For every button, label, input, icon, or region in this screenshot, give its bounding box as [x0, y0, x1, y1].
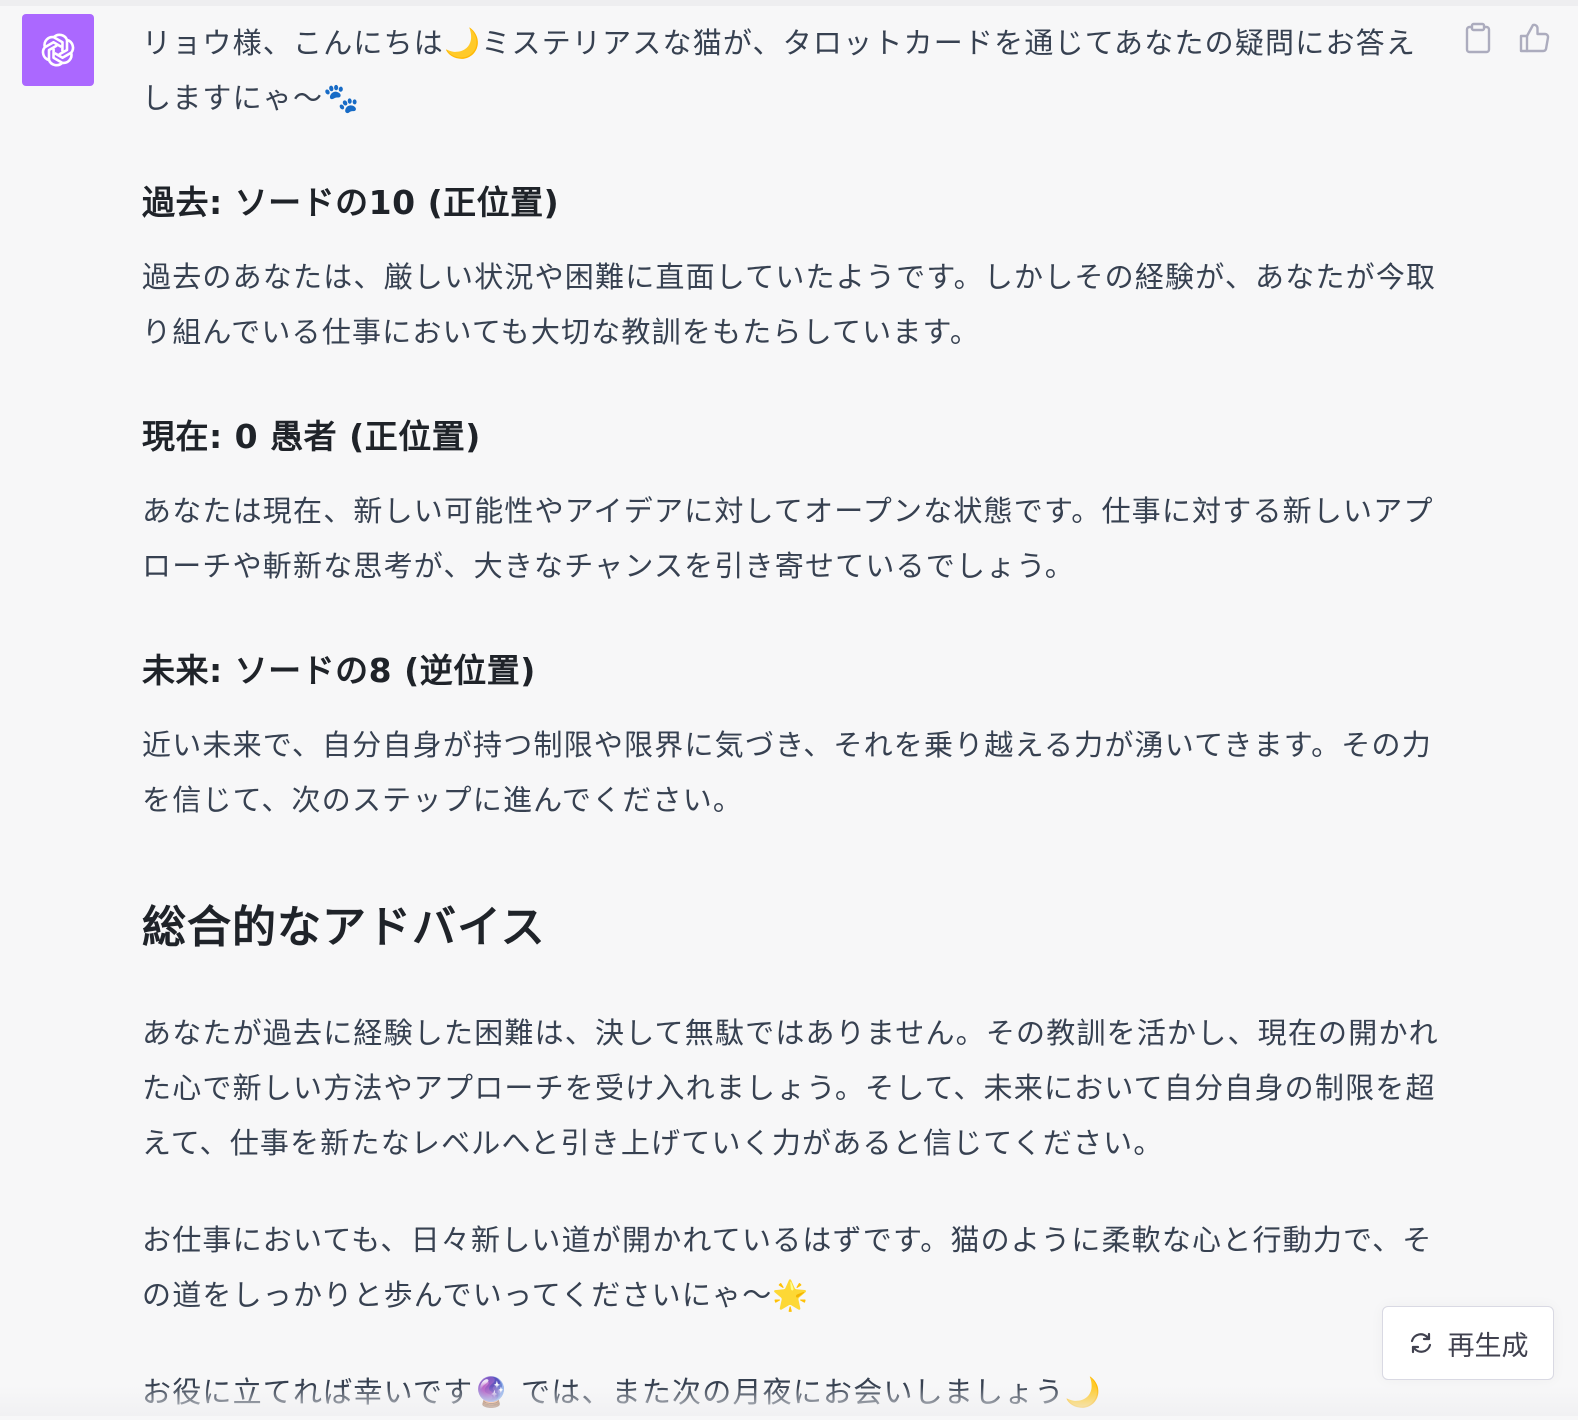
- thumbs-up-icon: [1519, 23, 1550, 53]
- refresh-icon: [1410, 1332, 1431, 1354]
- advice-heading: 総合的なアドバイス: [142, 902, 546, 953]
- section-heading-future: 未来: ソードの8 (逆位置): [142, 651, 536, 690]
- closing-paragraph: お役に立てれば幸いです🔮 では、また次の月夜にお会いしましょう🌙: [142, 1375, 1102, 1409]
- section-body-future: 近い未来で、自分自身が持つ制限や限界に気づき、それを乗り越える力が湧いてきます。…: [142, 728, 1432, 817]
- message-intro: リョウ様、こんにちは🌙ミステリアスな猫が、タロットカードを通じてあなたの疑問にお…: [142, 26, 1417, 115]
- regenerate-label: 再生成: [1447, 1330, 1529, 1362]
- regenerate-button[interactable]: 再生成: [1382, 1306, 1554, 1380]
- top-divider: [0, 0, 1578, 6]
- copy-button[interactable]: [1462, 20, 1494, 56]
- openai-logo-icon: [41, 33, 75, 67]
- like-button[interactable]: [1518, 20, 1550, 56]
- clipboard-icon: [1465, 22, 1491, 54]
- assistant-avatar: [22, 14, 94, 86]
- section-heading-present: 現在: 0 愚者 (正位置): [142, 417, 481, 456]
- advice-paragraph: お仕事においても、日々新しい道が開かれているはずです。猫のように柔軟な心と行動力…: [142, 1223, 1433, 1312]
- assistant-message: リョウ様、こんにちは🌙ミステリアスな猫が、タロットカードを通じてあなたの疑問にお…: [142, 16, 1442, 1420]
- section-body-past: 過去のあなたは、厳しい状況や困難に直面していたようです。しかしその経験が、あなた…: [142, 260, 1437, 349]
- section-heading-past: 過去: ソードの10 (正位置): [142, 183, 560, 222]
- section-body-present: あなたは現在、新しい可能性やアイデアに対してオープンな状態です。仕事に対する新し…: [142, 494, 1434, 583]
- message-actions: [1462, 20, 1550, 56]
- advice-paragraph: あなたが過去に経験した困難は、決して無駄ではありません。その教訓を活かし、現在の…: [142, 1016, 1439, 1160]
